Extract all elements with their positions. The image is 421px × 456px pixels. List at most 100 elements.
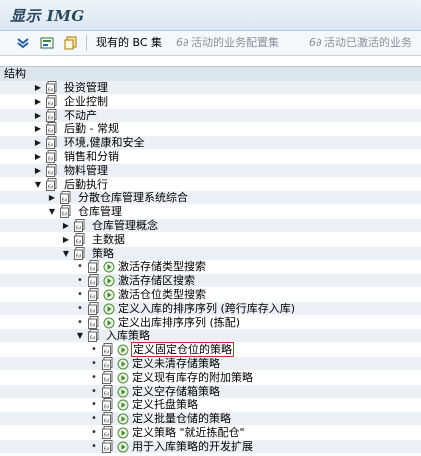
collapsed-arrow-icon[interactable]: ▶: [34, 81, 42, 94]
execute-icon[interactable]: [103, 260, 115, 273]
doc-icon[interactable]: 6∂: [88, 260, 100, 274]
tree-activity[interactable]: • 6∂ 定义入库的排序序列 (跨行库存入库): [0, 301, 421, 315]
tree-node[interactable]: ▼ 6∂ 策略: [0, 246, 421, 260]
tree-node[interactable]: ▶ 6∂ 环境,健康和安全: [0, 136, 421, 150]
execute-icon[interactable]: [103, 302, 115, 315]
collapse-all-icon[interactable]: [16, 36, 30, 50]
tree-node-label: 定义固定仓位的策略: [131, 342, 234, 358]
execute-icon[interactable]: [117, 343, 129, 356]
tree-activity[interactable]: • 6∂ 激活存储区搜索: [0, 274, 421, 288]
tree-node[interactable]: ▶ 6∂ 不动产: [0, 108, 421, 122]
existing-bc-sets-button[interactable]: 现有的 BC 集: [96, 35, 162, 51]
doc-icon[interactable]: 6∂: [88, 274, 100, 288]
execute-icon[interactable]: [117, 440, 129, 453]
window-title: 显示 IMG: [10, 7, 85, 25]
doc-icon[interactable]: 6∂: [102, 343, 114, 357]
doc-icon: 6∂: [74, 232, 86, 246]
svg-text:6∂: 6∂: [90, 267, 96, 273]
tree-node[interactable]: ▶ 6∂ 物料管理: [0, 163, 421, 177]
release-notes-icon[interactable]: [64, 36, 78, 50]
bullet-icon: •: [91, 371, 97, 383]
doc-icon[interactable]: 6∂: [88, 315, 100, 329]
tree-activity[interactable]: • 6∂ 定义出库排序序列 (拣配): [0, 316, 421, 329]
execute-icon[interactable]: [103, 274, 115, 287]
execute-icon[interactable]: [117, 398, 129, 411]
activated-bc-button[interactable]: 活动已激活的业务: [324, 35, 412, 51]
svg-text:6∂: 6∂: [90, 281, 96, 287]
svg-text:6∂: 6∂: [76, 226, 82, 232]
tree-node[interactable]: ▶ 6∂ 分散仓库管理系统综合: [0, 191, 421, 205]
doc-icon: 6∂: [46, 163, 58, 177]
tree-node[interactable]: ▶ 6∂ 企业控制: [0, 95, 421, 108]
collapsed-arrow-icon[interactable]: ▶: [34, 136, 42, 149]
tree-node[interactable]: ▶ 6∂ 销售和分销: [0, 150, 421, 163]
doc-icon[interactable]: 6∂: [102, 398, 114, 412]
tree-node[interactable]: ▼ 6∂ 后勤执行: [0, 178, 421, 191]
tree-activity[interactable]: • 6∂ 定义固定仓位的策略: [0, 342, 421, 358]
collapsed-arrow-icon[interactable]: ▶: [34, 95, 42, 108]
tree-activity[interactable]: • 6∂ 定义未清存储策略: [0, 357, 421, 370]
bullet-icon: •: [77, 302, 83, 314]
tree-node[interactable]: ▶ 6∂ 后勤 - 常规: [0, 122, 421, 135]
doc-icon[interactable]: 6∂: [102, 370, 114, 384]
tree-activity[interactable]: • 6∂ 定义现有库存的附加策略: [0, 371, 421, 384]
doc-icon[interactable]: 6∂: [102, 384, 114, 398]
tree-node[interactable]: ▶ 6∂ 主数据: [0, 233, 421, 246]
execute-icon[interactable]: [117, 385, 129, 398]
tree-activity[interactable]: • 6∂ 激活仓位类型搜索: [0, 288, 421, 301]
doc-icon[interactable]: 6∂: [88, 301, 100, 315]
collapsed-arrow-icon[interactable]: ▶: [34, 109, 42, 122]
collapsed-arrow-icon[interactable]: ▶: [62, 219, 70, 232]
doc-icon[interactable]: 6∂: [102, 357, 114, 370]
execute-icon[interactable]: [103, 316, 115, 329]
tree-node-label: 定义批量仓储的策略: [132, 412, 231, 426]
svg-text:6∂: 6∂: [62, 212, 68, 218]
collapsed-arrow-icon[interactable]: ▶: [34, 122, 42, 135]
tree-activity[interactable]: • 6∂ 定义空存储箱策略: [0, 384, 421, 398]
tree-activity[interactable]: • 6∂ 用于入库策略的开发扩展: [0, 439, 421, 453]
doc-icon: 6∂: [46, 122, 58, 136]
doc-icon[interactable]: 6∂: [88, 288, 100, 301]
tree-node-label: 定义现有库存的附加策略: [132, 370, 253, 384]
tree-node-label: 激活存储区搜索: [118, 274, 195, 288]
expanded-arrow-icon[interactable]: ▼: [76, 329, 84, 342]
bullet-icon: •: [77, 275, 83, 287]
tree-node[interactable]: ▼ 6∂ 入库策略: [0, 329, 421, 343]
documentation-icon[interactable]: [40, 36, 54, 50]
tree-node[interactable]: ▶ 6∂ 投资管理: [0, 81, 421, 94]
doc-icon[interactable]: 6∂: [102, 412, 114, 426]
svg-text:6∂: 6∂: [48, 88, 54, 94]
doc-icon[interactable]: 6∂: [102, 439, 114, 453]
bullet-icon: •: [91, 344, 97, 356]
active-bc-config-button[interactable]: 活动的业务配置集: [191, 35, 279, 51]
expanded-arrow-icon[interactable]: ▼: [62, 247, 70, 260]
tree-node-label: 分散仓库管理系统综合: [78, 191, 188, 205]
tree-activity[interactable]: • 6∂ 激活存储类型搜索: [0, 260, 421, 273]
execute-icon[interactable]: [117, 412, 129, 425]
collapsed-arrow-icon[interactable]: ▶: [48, 191, 56, 204]
execute-icon[interactable]: [103, 288, 115, 301]
collapsed-arrow-icon[interactable]: ▶: [34, 150, 42, 163]
svg-text:6∂: 6∂: [104, 405, 110, 411]
bullet-icon: •: [91, 427, 97, 438]
tree-activity[interactable]: • 6∂ 定义托盘策略: [0, 398, 421, 411]
bullet-icon: •: [77, 289, 83, 300]
tree-activity[interactable]: • 6∂ 定义批量仓储的策略: [0, 412, 421, 426]
execute-icon[interactable]: [117, 371, 129, 384]
collapsed-arrow-icon[interactable]: ▶: [34, 164, 42, 177]
collapsed-arrow-icon[interactable]: ▶: [62, 233, 70, 246]
svg-text:6∂: 6∂: [90, 336, 96, 342]
execute-icon[interactable]: [117, 357, 129, 370]
doc-icon[interactable]: 6∂: [102, 426, 114, 439]
tree-node[interactable]: ▶ 6∂ 仓库管理概念: [0, 219, 421, 232]
bc-set-icon: 6∂: [309, 36, 322, 49]
execute-icon[interactable]: [117, 426, 129, 439]
tree-activity[interactable]: • 6∂ 定义策略 "就近拣配仓": [0, 426, 421, 439]
tree-node-label: 不动产: [64, 108, 97, 122]
expanded-arrow-icon[interactable]: ▼: [48, 205, 56, 218]
tree-node[interactable]: ▼ 6∂ 仓库管理: [0, 205, 421, 218]
expanded-arrow-icon[interactable]: ▼: [34, 178, 42, 191]
doc-icon: 6∂: [88, 329, 100, 343]
svg-text:6∂: 6∂: [104, 433, 110, 439]
tree-node-label: 企业控制: [64, 94, 108, 108]
